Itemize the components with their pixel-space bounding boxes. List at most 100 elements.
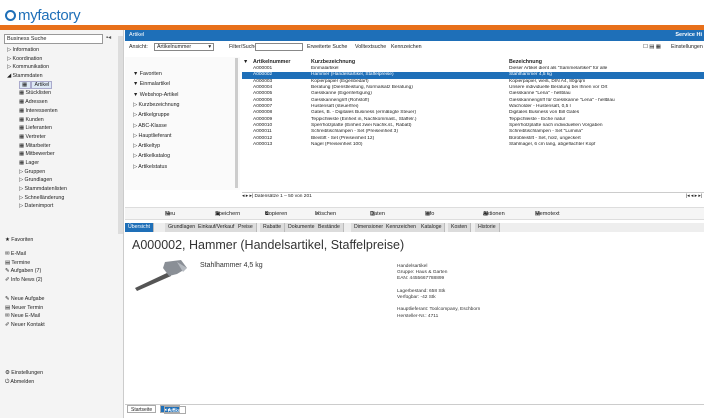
column-header-kurzbezeichnung[interactable]: Kurzbezeichnung	[310, 59, 508, 66]
bottom-tab-artikel[interactable]: Artikel ◂ ▸ ✕	[160, 405, 186, 414]
tab-dokumente[interactable]: Dokumente	[285, 223, 319, 232]
funnel-icon: ▼	[133, 71, 140, 77]
sidebar-item-datenimport[interactable]: ▷ Datenimport	[4, 202, 118, 211]
pager-nav[interactable]: |◂ ◂ ▸ ▸|	[686, 193, 702, 200]
sidebar-item-stammdatenlisten[interactable]: ▷ Stammdatenlisten	[4, 185, 118, 194]
erweiterte-suche-link[interactable]: Erweiterte Suche	[307, 42, 347, 52]
bottom-tab-startseite[interactable]: Startseite	[127, 405, 157, 413]
sidebar-item-adressen[interactable]: ▦ Adressen	[4, 98, 118, 107]
sidebar-scrollbar[interactable]	[118, 36, 123, 234]
column-header-bezeichnung[interactable]: Bezeichnung	[508, 59, 704, 66]
sidebar-item-mitarbeiter[interactable]: ▦ Mitarbeiter	[4, 142, 118, 151]
link-info-news-2[interactable]: ✐ Info News (2)	[5, 276, 120, 285]
sidebar: Business Suche ▪◂ ▷ Information ▷ Koordin…	[0, 30, 124, 418]
business-search-input[interactable]: Business Suche	[4, 34, 103, 44]
sidebar-item-label: Stammdatenlisten	[24, 186, 67, 192]
hammer-image	[135, 260, 187, 291]
link-neuer-termin[interactable]: ▤ Neuer Termin	[5, 304, 120, 313]
link-aufgaben-7[interactable]: ✎ Aufgaben (7)	[5, 267, 120, 276]
tab-bestände[interactable]: Bestände	[315, 223, 344, 232]
myfactory-logo: myfactory	[5, 4, 81, 26]
service-menu[interactable]: Service Hi	[675, 30, 702, 41]
filter-artikeltyp[interactable]: ▷ Artikeltyp	[133, 143, 160, 149]
filter-panel: ▼ Favoriten ▼ Einmalartikel ▼ Webshop-Arti…	[125, 57, 240, 190]
ansicht-select[interactable]: Artikelnummer ▾	[154, 43, 214, 51]
navigation-tree: ▷ Information ▷ Koordination ▷ Kommunikati…	[4, 46, 118, 211]
sidebar-item-label: Gruppen	[24, 168, 46, 175]
sidebar-item-koordination[interactable]: ▷ Koordination	[4, 55, 118, 64]
sidebar-item-interessenten[interactable]: ▦ Interessenten	[4, 107, 118, 116]
sidebar-item-lager[interactable]: ▦ Lager	[4, 159, 118, 168]
tab-historie[interactable]: Historie	[475, 223, 500, 232]
tab-kataloge[interactable]: Kataloge	[418, 223, 446, 232]
sidebar-item-kunden[interactable]: ▦ Kunden	[4, 116, 118, 125]
filter-artikelgruppe[interactable]: ▷ Artikelgruppe	[133, 112, 169, 118]
filter-einmalartikel[interactable]: ▼ Einmalartikel	[133, 81, 170, 87]
kennzeichen-link[interactable]: Kennzeichen	[391, 42, 422, 52]
detail-info: Handelsartikel Gruppe: Haus & Garten EAN: …	[397, 264, 480, 320]
pager-icons[interactable]: ◂ ▸ ▸|	[242, 194, 254, 199]
link-neue-aufgabe[interactable]: ✎ Neue Aufgabe	[5, 295, 120, 304]
sidebar-item-label: Mitbewerber	[25, 151, 55, 158]
volltextsuche-link[interactable]: Volltextsuche	[355, 42, 386, 52]
filter-hauptlieferant[interactable]: ▷ Hauptlieferant	[133, 133, 172, 139]
sidebar-item-mitbewerber[interactable]: ▦ Mitbewerber	[4, 150, 118, 159]
sidebar-item-label: Information	[12, 47, 40, 53]
account-links: ⚙ Einstellungen ⏻ Abmelden	[5, 369, 120, 386]
sidebar-item-stammdaten[interactable]: ◢ Stammdaten	[4, 72, 118, 81]
tab-kennzeichen[interactable]: Kennzeichen	[383, 223, 420, 232]
table-row[interactable]: A000013 Nagel (Preiseinheit 100) Stahlnage…	[242, 142, 704, 148]
link-neuer-kontakt[interactable]: ✐ Neuer Kontakt	[5, 321, 120, 330]
sidebar-item-label: Artikel	[31, 80, 53, 89]
sidebar-item-label: Grundlagen	[24, 177, 53, 184]
sidebar-item-schnelländerung[interactable]: ▷ Schnelländerung	[4, 194, 118, 203]
view-mode-icons[interactable]: ☐ ▤ ▦	[643, 42, 661, 52]
tab-einkauf-verkauf[interactable]: Einkauf/Verkauf	[195, 223, 239, 232]
sidebar-item-information[interactable]: ▷ Information	[4, 46, 118, 55]
filter-webshop-artikel[interactable]: ▼ Webshop-Artikel	[133, 92, 178, 98]
tab-übersicht[interactable]: Übersicht	[125, 223, 154, 232]
link-einstellungen[interactable]: ⚙ Einstellungen	[5, 369, 120, 378]
link-neue-e-mail[interactable]: ✉ Neue E-Mail	[5, 312, 120, 321]
table-cell: Stahlnagel, 6 cm lang, abgeflachter Kopf	[509, 142, 596, 148]
funnel-icon: ▼	[133, 91, 140, 98]
sidebar-item-stücklisten[interactable]: ▦ Stücklisten	[4, 89, 118, 98]
sidebar-item-grundlagen[interactable]: ▷ Grundlagen	[4, 176, 118, 185]
tab-rabatte[interactable]: Rabatte	[260, 223, 286, 232]
column-header-artikelnummer[interactable]: Artikelnummer	[252, 59, 310, 66]
sidebar-item-label: Lieferanten	[25, 125, 52, 132]
table-cell: A000013	[253, 142, 273, 148]
filter-favoriten[interactable]: ▼ Favoriten	[133, 71, 162, 77]
link-abmelden[interactable]: ⏻ Abmelden	[5, 378, 120, 387]
sidebar-item-kommunikation[interactable]: ▷ Kommunikation	[4, 63, 118, 72]
filter-artikelkatalog[interactable]: ▷ Artikelkatalog	[133, 153, 170, 159]
tab-preise[interactable]: Preise	[235, 223, 257, 232]
link-e-mail[interactable]: ✉ E-Mail	[5, 250, 120, 259]
sidebar-item-label: Lager	[25, 159, 40, 166]
filter-search-input[interactable]	[255, 43, 303, 51]
sidebar-item-vertreter[interactable]: ▦ Vertreter	[4, 133, 118, 142]
favoriten-link[interactable]: ★ Favoriten	[5, 236, 120, 245]
filter-icon[interactable]: ▼	[242, 59, 252, 66]
sidebar-pin-icon[interactable]: ▪◂	[106, 34, 111, 41]
sidebar-item-label: Schnelländerung	[24, 194, 65, 201]
filter-kurzbezeichnung[interactable]: ▷ Kurzbezeichnung	[133, 102, 179, 108]
action-bar: ▤ Neu ▣ Speichern ⧉ Kopieren ✕ Löschen ▥ Dat…	[125, 207, 704, 220]
sidebar-item-label: Stammdaten	[12, 73, 43, 80]
sidebar-item-lieferanten[interactable]: ▦ Lieferanten	[4, 124, 118, 133]
detail-short-description: Stahlhammer 4,5 kg	[200, 262, 263, 269]
einstellungen-link[interactable]: Einstellungen	[671, 42, 703, 52]
sidebar-item-label: Adressen	[25, 99, 48, 106]
filter-artikelstatus[interactable]: ▷ Artikelstatus	[133, 164, 167, 170]
info-line: Hauptlieferant: Toolcompany, Eschborn	[397, 307, 481, 313]
tab-kosten[interactable]: Kosten	[448, 223, 472, 232]
detail-tabs: Übersicht Grundlagen Einkauf/Verkauf Preise…	[125, 223, 704, 232]
tab-grundlagen[interactable]: Grundlagen	[165, 223, 200, 232]
link-termine[interactable]: ▤ Termine	[5, 259, 120, 268]
filter-abc-klasse[interactable]: ▷ ABC-Klasse	[133, 123, 167, 129]
sidebar-item-artikel[interactable]: ▦ Artikel	[4, 80, 118, 90]
view-toolbar: Ansicht: Artikelnummer ▾ Filter/Suche: Er…	[125, 42, 704, 52]
sidebar-item-gruppen[interactable]: ▷ Gruppen	[4, 168, 118, 177]
ansicht-label: Ansicht:	[129, 44, 148, 50]
filter-scrollbar[interactable]	[235, 58, 238, 188]
